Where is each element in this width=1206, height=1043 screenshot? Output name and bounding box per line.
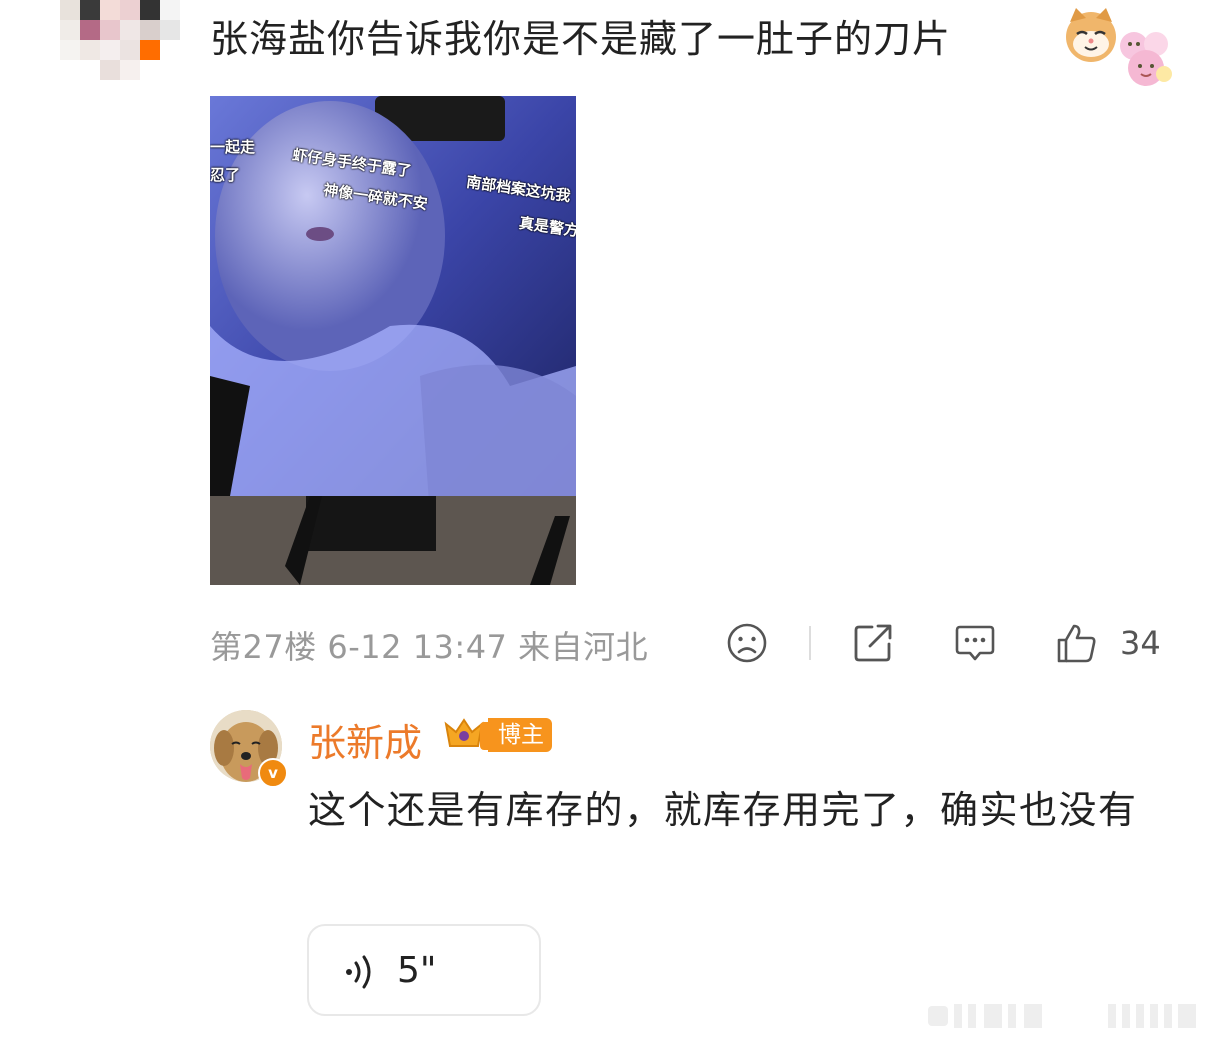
watermark-logo (928, 1004, 1196, 1028)
like-count: 34 (1120, 624, 1161, 662)
voice-duration: 5" (397, 950, 437, 991)
comment-bubble-icon[interactable] (954, 622, 996, 664)
comment-image[interactable]: 一起走 忍了 虾仔身手终于露了 神像一碎就不安 南部档案这坑我 真是警方 (210, 96, 576, 585)
share-icon[interactable] (852, 622, 894, 664)
thumbs-up-icon[interactable] (1056, 622, 1098, 664)
cartoon-stickers-emoji (1120, 32, 1172, 86)
verified-badge-icon: v (258, 758, 288, 788)
reply-author-name[interactable]: 张新成 (308, 712, 422, 767)
danmu-text: 一起走 (210, 138, 256, 156)
voice-wave-icon (346, 955, 371, 989)
sad-face-icon[interactable] (726, 622, 768, 664)
comment-meta: 第27楼 6-12 13:47 来自河北 (210, 628, 649, 666)
action-divider (809, 626, 811, 660)
voice-message[interactable]: 5" (307, 924, 541, 1016)
reply-text: 这个还是有库存的，就库存用完了，确实也没有 (308, 788, 1138, 832)
commenter-avatar[interactable] (60, 0, 180, 80)
blogger-badge: 博主 (488, 718, 552, 752)
comment-text: 张海盐你告诉我你是不是藏了一肚子的刀片 (210, 17, 952, 61)
danmu-text: 忍了 (210, 166, 241, 184)
